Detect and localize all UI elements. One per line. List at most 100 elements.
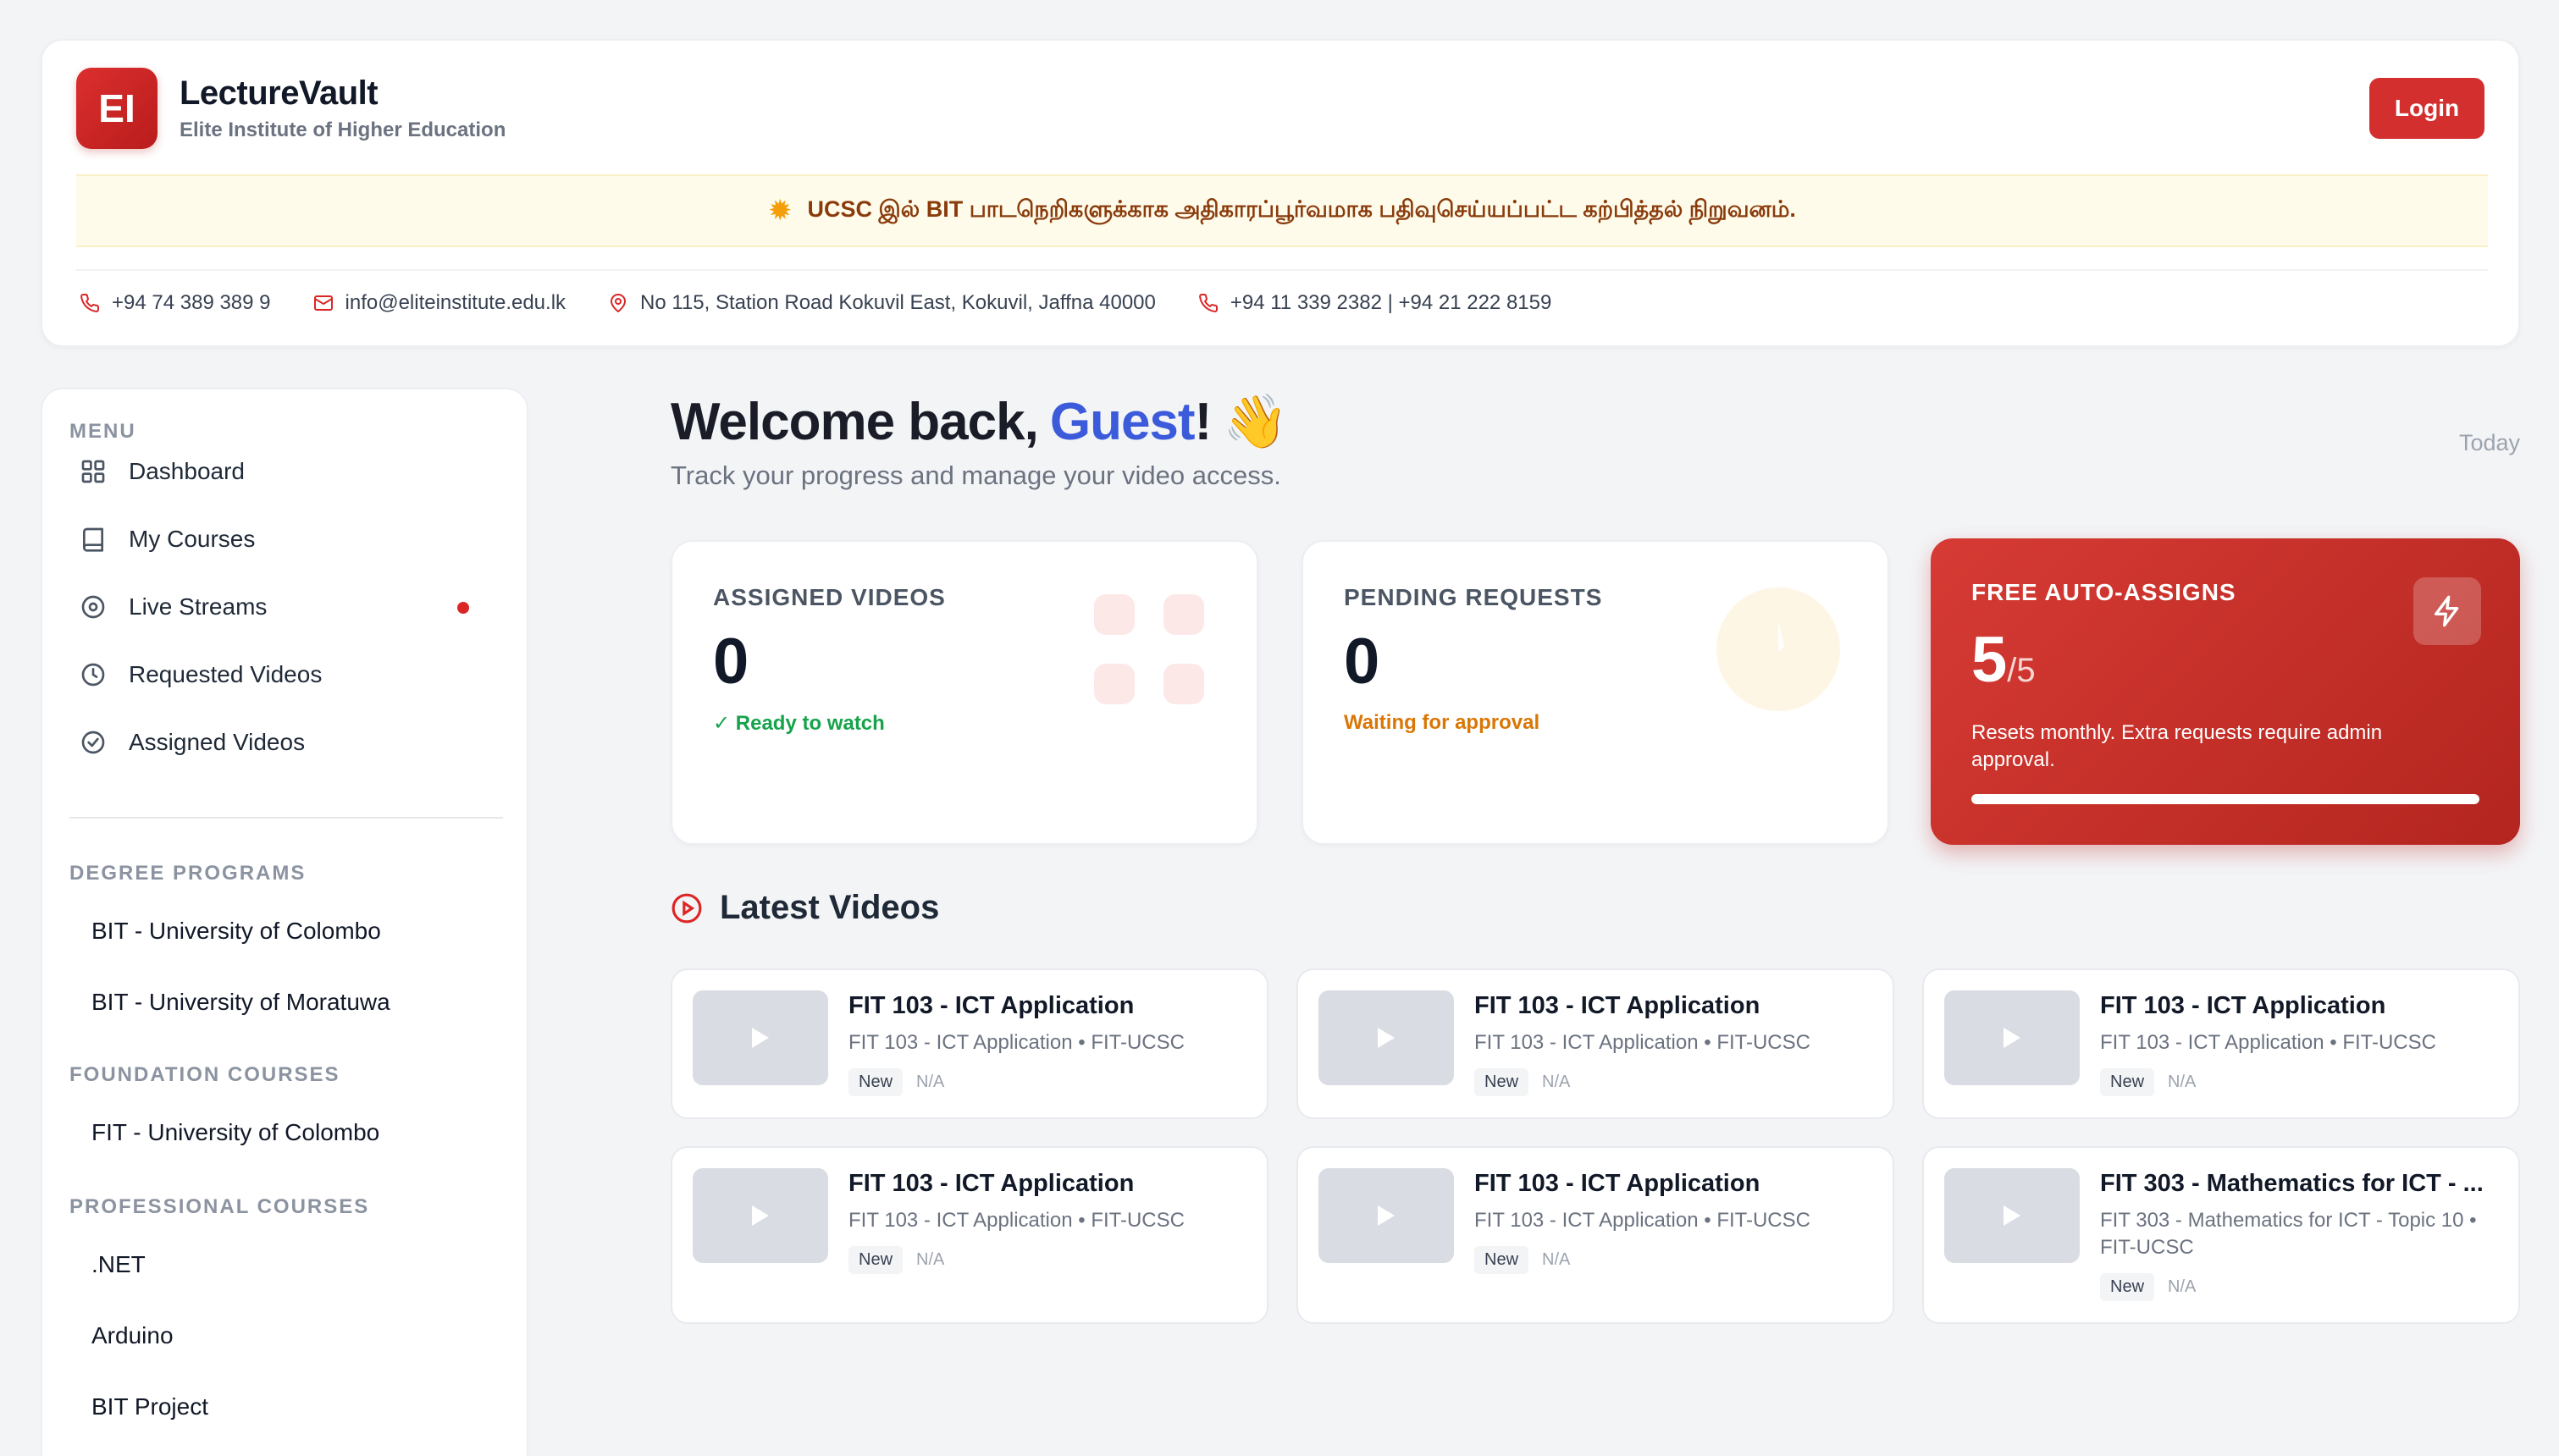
video-card[interactable]: FIT 303 - Mathematics for ICT - ... FIT … [1922,1146,2520,1324]
video-subtitle: FIT 103 - ICT Application • FIT-UCSC [1474,1031,1810,1054]
video-thumbnail[interactable] [1944,990,2080,1085]
video-thumbnail[interactable] [1944,1168,2080,1263]
video-thumbnail[interactable] [1318,990,1454,1085]
play-icon [1378,1028,1395,1048]
bolt-icon [2413,577,2481,645]
course-link-arduino[interactable]: Arduino [91,1322,174,1349]
wave-emoji: 👋 [1223,393,1288,451]
welcome-subtitle: Track your progress and manage your vide… [671,461,1281,490]
free-auto-assigns-card[interactable]: FREE AUTO-ASSIGNS 5/5 Resets monthly. Ex… [1931,538,2520,845]
video-title: FIT 103 - ICT Application [1474,1170,1760,1197]
new-badge: New [1474,1246,1529,1274]
course-link-bit-moratuwa[interactable]: BIT - University of Moratuwa [91,989,390,1016]
welcome-prefix: Welcome back, [671,393,1039,451]
video-meta-value: N/A [916,1250,945,1269]
video-subtitle: FIT 303 - Mathematics for ICT - Topic 10… [2100,1209,2477,1259]
sun-icon: ✹ [768,195,793,227]
menu-section-title: MENU [69,420,136,443]
video-thumbnail[interactable] [693,990,828,1085]
auto-assigns-used: 5 [1971,624,2008,696]
sidebar-divider [69,817,503,819]
video-meta: New N/A [2100,1068,2196,1096]
stat-label: ASSIGNED VIDEOS [713,584,946,610]
play-icon [752,1205,769,1226]
foundation-courses-title: FOUNDATION COURSES [69,1063,340,1086]
degree-programs-title: DEGREE PROGRAMS [69,862,307,885]
latest-videos-heading: Latest Videos [671,889,939,927]
video-subtitle: FIT 103 - ICT Application • FIT-UCSC [848,1031,1185,1054]
play-icon [752,1028,769,1048]
video-meta: New N/A [848,1246,944,1274]
video-thumbnail[interactable] [693,1168,828,1263]
course-link-dotnet[interactable]: .NET [91,1251,146,1278]
contact-email[interactable]: info@eliteinstitute.edu.lk [313,291,566,315]
video-meta: New N/A [848,1068,944,1096]
video-title: FIT 103 - ICT Application [2100,992,2386,1019]
stat-value: 5/5 [1971,623,2036,697]
stat-note: Resets monthly. Extra requests require a… [1971,721,2383,771]
accreditation-notice: ✹ UCSC இல் BIT பாடநெறிகளுக்காக அதிகாரப்ப… [76,174,2488,247]
stat-note: ✓ Ready to watch [713,712,885,735]
contact-landlines[interactable]: +94 11 339 2382 | +94 21 222 8159 [1198,291,1551,315]
video-subtitle: FIT 103 - ICT Application • FIT-UCSC [2100,1031,2436,1054]
video-meta: New N/A [2100,1273,2196,1301]
sidebar-item-dashboard[interactable]: Dashboard [63,444,510,499]
date-label: Today [2458,430,2520,455]
sidebar-item-live-streams[interactable]: Live Streams [63,579,510,635]
video-meta-value: N/A [1542,1250,1571,1269]
welcome-user-name: Guest [1049,393,1196,451]
sidebar-item-label: Live Streams [129,593,268,620]
auto-assigns-progress [1971,794,2479,804]
login-button[interactable]: Login [2369,78,2484,139]
play-circle-icon [672,893,702,923]
video-card[interactable]: FIT 103 - ICT Application FIT 103 - ICT … [1296,968,1894,1119]
professional-courses-title: PROFESSIONAL COURSES [69,1195,370,1218]
contact-address[interactable]: No 115, Station Road Kokuvil East, Kokuv… [608,291,1156,315]
brand-subtitle: Elite Institute of Higher Education [180,119,506,141]
play-icon [1378,1205,1395,1226]
video-card[interactable]: FIT 103 - ICT Application FIT 103 - ICT … [671,968,1268,1119]
map-pin-icon [611,294,627,312]
video-card[interactable]: FIT 103 - ICT Application FIT 103 - ICT … [1922,968,2520,1119]
assigned-videos-card[interactable]: ASSIGNED VIDEOS 0 ✓ Ready to watch [671,540,1258,845]
course-link-bit-project[interactable]: BIT Project [91,1393,208,1420]
site-header: EI LectureVault Elite Institute of Highe… [41,39,2520,347]
sidebar-item-assigned-videos[interactable]: Assigned Videos [63,714,510,770]
live-indicator-dot [457,602,469,614]
video-meta-value: N/A [1542,1073,1571,1091]
video-meta-value: N/A [2168,1073,2197,1091]
latest-videos-title: Latest Videos [720,889,940,926]
video-card[interactable]: FIT 103 - ICT Application FIT 103 - ICT … [1296,1146,1894,1324]
welcome-suffix: ! [1194,393,1213,451]
video-meta: New N/A [1474,1068,1570,1096]
pending-requests-card[interactable]: PENDING REQUESTS 0 Waiting for approval [1302,540,1889,845]
new-badge: New [2100,1273,2155,1301]
clock-icon [81,663,105,687]
course-link-bit-colombo[interactable]: BIT - University of Colombo [91,918,381,945]
video-card[interactable]: FIT 103 - ICT Application FIT 103 - ICT … [671,1146,1268,1324]
video-meta-value: N/A [916,1073,945,1091]
sidebar-item-label: My Courses [129,526,256,552]
mail-icon [313,295,333,311]
contact-phone[interactable]: +94 74 389 389 9 [80,291,271,315]
course-link-fit-colombo[interactable]: FIT - University of Colombo [91,1119,379,1146]
video-title: FIT 103 - ICT Application [1474,992,1760,1019]
auto-assigns-max: /5 [2007,652,2036,689]
check-circle-icon [81,731,105,754]
contact-phone-text: +94 74 389 389 9 [112,291,271,314]
brand-logo[interactable]: EI [76,68,158,149]
video-thumbnail[interactable] [1318,1168,1454,1263]
progress-fill [1971,794,2479,804]
grid-icon [1094,594,1204,704]
play-icon [2004,1205,2020,1226]
sidebar-item-my-courses[interactable]: My Courses [63,511,510,567]
sidebar: MENU Dashboard My Courses Live Streams R… [41,388,528,1456]
video-title: FIT 103 - ICT Application [848,1170,1135,1197]
phone-icon [1198,293,1218,312]
video-title: FIT 303 - Mathematics for ICT - ... [2100,1170,2484,1197]
play-icon [2004,1028,2020,1048]
notice-text: UCSC இல் BIT பாடநெறிகளுக்காக அதிகாரப்பூர… [807,196,1796,222]
stat-note: Waiting for approval [1344,711,1540,734]
brand-name: LectureVault [180,74,379,112]
sidebar-item-requested-videos[interactable]: Requested Videos [63,647,510,703]
